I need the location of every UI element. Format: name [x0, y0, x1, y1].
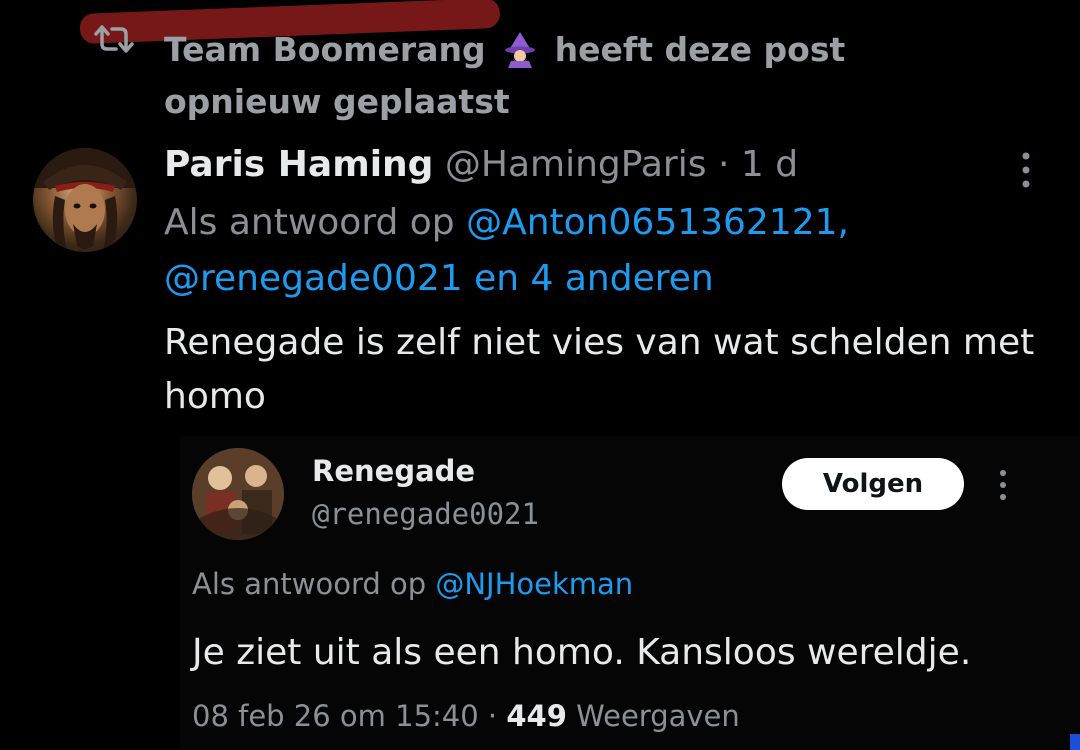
- embedded-author-name: Renegade: [312, 454, 476, 488]
- time-separator: ·: [717, 144, 730, 185]
- embedded-author-handle: @renegade0021: [312, 497, 539, 531]
- embedded-meta-separator: ·: [487, 699, 498, 733]
- tweet-time[interactable]: 1 d: [741, 144, 798, 185]
- tweet-author-line: Paris Haming @HamingParis · 1 d: [164, 140, 798, 190]
- embedded-more-options-icon: [1000, 470, 1006, 500]
- author-avatar[interactable]: [33, 148, 137, 252]
- reply-prefix: Als antwoord op: [164, 202, 455, 243]
- reply-mention-others[interactable]: @renegade0021 en 4 anderen: [164, 258, 714, 299]
- reply-context: Als antwoord op @Anton0651362121,: [164, 198, 849, 248]
- embedded-reply-prefix: Als antwoord op: [192, 567, 427, 601]
- author-name[interactable]: Paris Haming: [164, 144, 433, 185]
- embedded-timestamp: 08 feb 26 om 15:40: [192, 699, 479, 733]
- tweet-text: Renegade is zelf niet vies van wat schel…: [164, 322, 1035, 417]
- repost-icon: [94, 25, 134, 53]
- embedded-views-count: 449: [506, 699, 567, 733]
- embedded-tweet-text: Je ziet uit als een homo. Kansloos werel…: [192, 632, 972, 673]
- corner-marker: [1070, 734, 1080, 750]
- author-handle[interactable]: @HamingParis: [445, 144, 707, 185]
- embedded-views-label: Weergaven: [576, 699, 740, 733]
- wizard-emoji-icon: [505, 32, 536, 68]
- embedded-reply-context: Als antwoord op @NJHoekman: [192, 564, 633, 604]
- embedded-meta: 08 feb 26 om 15:40 · 449 Weergaven: [192, 696, 740, 736]
- repost-user[interactable]: Team Boomerang: [164, 30, 486, 69]
- reply-context-more[interactable]: @renegade0021 en 4 anderen: [164, 254, 714, 304]
- follow-button: Volgen: [782, 458, 964, 510]
- repost-header[interactable]: Team Boomerang heeft deze post opnieuw g…: [164, 24, 1004, 128]
- reply-mention-anton[interactable]: @Anton0651362121,: [466, 202, 849, 243]
- embedded-avatar: [192, 448, 284, 540]
- more-options-icon[interactable]: [1012, 150, 1040, 190]
- embedded-reply-mention: @NJHoekman: [435, 567, 634, 601]
